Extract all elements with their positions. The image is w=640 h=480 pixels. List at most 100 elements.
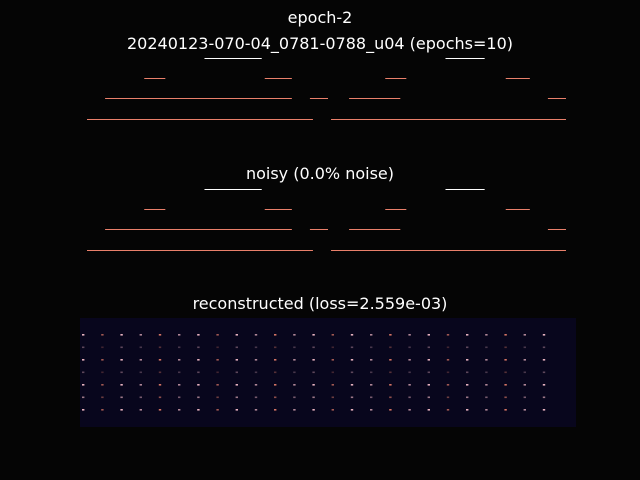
recon-cell-r1-c18 <box>427 346 430 349</box>
recon-cell-r4-c20 <box>466 384 469 386</box>
recon-cell-r2-c4 <box>158 359 162 361</box>
recon-cell-r6-c3 <box>139 409 142 411</box>
recon-cell-r3-c18 <box>427 371 430 374</box>
recon-cell-r0-c21 <box>485 334 488 336</box>
recon-cell-r0-c6 <box>197 334 200 336</box>
recon-cell-r3-c6 <box>197 371 200 374</box>
recon-cell-r3-c8 <box>235 371 238 374</box>
recon-cell-r5-c18 <box>427 396 430 399</box>
recon-cell-r6-c10 <box>274 409 277 411</box>
recon-cell-r0-c10 <box>274 334 277 336</box>
recon-cell-r2-c13 <box>331 359 334 361</box>
recon-cell-r2-c14 <box>350 359 354 361</box>
recon-cell-r1-c22 <box>504 346 507 349</box>
recon-cell-r0-c16 <box>389 334 392 336</box>
recon-cell-r3-c7 <box>216 371 219 374</box>
recon-cell-r1-c11 <box>293 346 296 349</box>
recon-cell-r6-c4 <box>158 409 162 411</box>
recon-cell-r0-c22 <box>504 334 507 336</box>
recon-cell-r1-c10 <box>274 346 277 349</box>
recon-cell-r5-c7 <box>216 396 219 399</box>
recon-cell-r4-c19 <box>446 384 450 386</box>
recon-cell-r1-c15 <box>370 346 373 349</box>
recon-cell-r0-c20 <box>466 334 469 336</box>
recon-cell-r1-c0 <box>82 346 85 349</box>
recon-cell-r2-c12 <box>312 359 315 361</box>
recon-cell-r4-c2 <box>120 384 123 386</box>
recon-cell-r1-c24 <box>542 346 546 349</box>
recon-cell-r6-c12 <box>312 409 315 411</box>
recon-cell-r1-c16 <box>389 346 392 349</box>
recon-cell-r3-c10 <box>274 371 277 374</box>
recon-cell-r2-c2 <box>120 359 123 361</box>
recon-cell-r6-c18 <box>427 409 430 411</box>
recon-cell-r2-c22 <box>504 359 507 361</box>
recon-cell-r4-c6 <box>197 384 200 386</box>
recon-cell-r5-c13 <box>331 396 334 399</box>
recon-cell-r0-c23 <box>523 334 526 336</box>
recon-cell-r3-c16 <box>389 371 392 374</box>
recon-cell-r4-c12 <box>312 384 315 386</box>
recon-cell-r3-c5 <box>178 371 181 374</box>
recon-cell-r2-c20 <box>466 359 469 361</box>
recon-cell-r2-c9 <box>254 359 258 361</box>
recon-cell-r0-c24 <box>542 334 546 336</box>
recon-cell-r3-c20 <box>466 371 469 374</box>
recon-cell-r1-c2 <box>120 346 123 349</box>
recon-cell-r6-c0 <box>82 409 85 411</box>
recon-cell-r5-c8 <box>235 396 238 399</box>
recon-cell-r5-c14 <box>350 396 354 399</box>
recon-cell-r4-c0 <box>82 384 85 386</box>
recon-cell-r3-c23 <box>523 371 526 374</box>
recon-cell-r2-c1 <box>101 359 104 361</box>
recon-cell-r5-c19 <box>446 396 450 399</box>
recon-cell-r2-c23 <box>523 359 526 361</box>
recon-cell-r1-c1 <box>101 346 104 349</box>
recon-cell-r2-c0 <box>82 359 85 361</box>
recon-cell-r5-c1 <box>101 396 104 399</box>
recon-cell-r6-c21 <box>485 409 488 411</box>
recon-cell-r3-c4 <box>158 371 162 374</box>
recon-cell-r2-c21 <box>485 359 488 361</box>
recon-cell-r4-c9 <box>254 384 258 386</box>
recon-cell-r2-c16 <box>389 359 392 361</box>
recon-cell-r1-c23 <box>523 346 526 349</box>
recon-cell-r5-c21 <box>485 396 488 399</box>
recon-cell-r4-c14 <box>350 384 354 386</box>
recon-cell-r2-c17 <box>408 359 411 361</box>
recon-cell-r1-c5 <box>178 346 181 349</box>
recon-cell-r2-c8 <box>235 359 238 361</box>
recon-cell-r4-c8 <box>235 384 238 386</box>
recon-cell-r1-c13 <box>331 346 334 349</box>
recon-cell-r4-c4 <box>158 384 162 386</box>
recon-cell-r0-c4 <box>158 334 162 336</box>
recon-cell-r6-c1 <box>101 409 104 411</box>
recon-cell-r1-c3 <box>139 346 142 349</box>
recon-cell-r5-c0 <box>82 396 85 399</box>
recon-cell-r6-c23 <box>523 409 526 411</box>
recon-cell-r5-c12 <box>312 396 315 399</box>
recon-cell-r3-c3 <box>139 371 142 374</box>
recon-cell-r0-c14 <box>350 334 354 336</box>
recon-cell-r0-c8 <box>235 334 238 336</box>
recon-cell-r6-c5 <box>178 409 181 411</box>
recon-cell-r0-c13 <box>331 334 334 336</box>
original-piano-roll <box>87 58 566 120</box>
recon-cell-r6-c24 <box>542 409 546 411</box>
recon-cell-r5-c15 <box>370 396 373 399</box>
recon-cell-r0-c3 <box>139 334 142 336</box>
recon-cell-r1-c9 <box>254 346 258 349</box>
recon-cell-r4-c1 <box>101 384 104 386</box>
recon-cell-r3-c15 <box>370 371 373 374</box>
recon-cell-r3-c13 <box>331 371 334 374</box>
recon-cell-r2-c15 <box>370 359 373 361</box>
recon-cell-r0-c19 <box>446 334 450 336</box>
recon-cell-r4-c17 <box>408 384 411 386</box>
recon-cell-r1-c19 <box>446 346 450 349</box>
recon-cell-r5-c24 <box>542 396 546 399</box>
recon-cell-r5-c3 <box>139 396 142 399</box>
recon-cell-r3-c17 <box>408 371 411 374</box>
recon-cell-r0-c1 <box>101 334 104 336</box>
recon-cell-r4-c16 <box>389 384 392 386</box>
recon-cell-r6-c8 <box>235 409 238 411</box>
